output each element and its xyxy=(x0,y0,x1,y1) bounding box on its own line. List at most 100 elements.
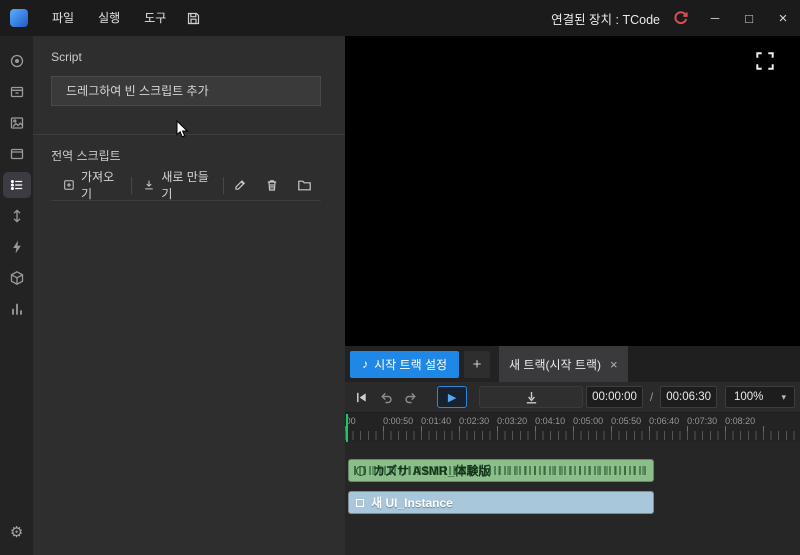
zoom-select[interactable]: 100% ▾ xyxy=(725,386,795,408)
undo-button[interactable] xyxy=(375,386,397,408)
script-panel: Script 드레그하여 빈 스크립트 추가 전역 스크립트 가져오기 xyxy=(33,36,345,555)
sidebar-item-media[interactable] xyxy=(3,48,31,74)
device-status-label: 연결된 장치 : TCode xyxy=(551,9,660,28)
refresh-icon xyxy=(672,10,689,27)
sidebar-item-images[interactable] xyxy=(3,110,31,136)
pencil-icon xyxy=(233,178,247,192)
sidebar-rail: ⚙ xyxy=(0,36,33,555)
ruler-label: 0:03:20 xyxy=(497,416,527,426)
ruler-label: 0:07:30 xyxy=(687,416,717,426)
active-track-tab[interactable]: 새 트랙(시작 트랙) × xyxy=(499,346,628,382)
import-script-button[interactable]: 가져오기 xyxy=(51,173,130,197)
open-folder-button[interactable] xyxy=(288,173,321,197)
bar-chart-icon xyxy=(9,301,25,317)
track-clip-ui[interactable]: 새 UI_Instance xyxy=(348,491,654,514)
delete-script-button[interactable] xyxy=(256,173,288,197)
ui-clip-icon xyxy=(356,499,364,507)
global-scripts-section: 전역 스크립트 가져오기 새로 만들기 xyxy=(33,134,345,201)
script-drop-zone[interactable]: 드레그하여 빈 스크립트 추가 xyxy=(51,76,321,106)
ruler-label: 0:04:10 xyxy=(535,416,565,426)
image-icon xyxy=(9,115,25,131)
script-clip-icon xyxy=(356,466,366,476)
sidebar-item-scripts[interactable] xyxy=(3,172,31,198)
add-track-button[interactable]: + xyxy=(464,351,490,378)
global-scripts-title: 전역 스크립트 xyxy=(51,147,345,164)
ruler-label: 0:06:40 xyxy=(649,416,679,426)
package-icon xyxy=(9,270,25,286)
trash-icon xyxy=(265,178,279,192)
note-icon: ♪ xyxy=(362,357,368,371)
new-script-label: 새로 만들기 xyxy=(161,168,211,202)
sidebar-item-actions[interactable] xyxy=(3,234,31,260)
edit-script-button[interactable] xyxy=(224,173,256,197)
app-logo-icon xyxy=(10,9,28,27)
menu-file[interactable]: 파일 xyxy=(40,0,86,36)
playhead-anchor-button[interactable] xyxy=(479,386,583,408)
tab-strip-filler xyxy=(628,346,800,382)
track-clip-script[interactable]: カズサ ASMR_体験版 xyxy=(348,459,654,482)
ruler-label: 0:01:40 xyxy=(421,416,451,426)
track-clip-label: カズサ ASMR_体験版 xyxy=(373,462,490,479)
start-track-settings-button[interactable]: ♪ 시작 트랙 설정 xyxy=(350,351,459,378)
device-refresh-button[interactable] xyxy=(668,6,692,30)
video-preview xyxy=(345,36,800,346)
ruler-label: 0:05:50 xyxy=(611,416,641,426)
new-script-button[interactable]: 새로 만들기 xyxy=(131,173,223,197)
sidebar-item-windows[interactable] xyxy=(3,141,31,167)
menu-run[interactable]: 실행 xyxy=(86,0,132,36)
redo-icon xyxy=(404,390,418,404)
global-scripts-toolbar: 가져오기 새로 만들기 xyxy=(51,174,321,201)
up-down-arrows-icon xyxy=(9,208,25,224)
playhead-marker[interactable] xyxy=(346,414,348,442)
floppy-icon xyxy=(186,11,201,26)
sidebar-item-packages[interactable] xyxy=(3,265,31,291)
track-tabs-row: ♪ 시작 트랙 설정 + 새 트랙(시작 트랙) × xyxy=(345,346,800,382)
chevron-down-icon: ▾ xyxy=(781,392,786,403)
transport-bar: ▶ 00:00:00 / 00:06:30 100% ▾ xyxy=(345,382,800,412)
script-panel-title: Script xyxy=(51,50,345,64)
current-time-field[interactable]: 00:00:00 xyxy=(586,386,643,408)
close-button[interactable]: × xyxy=(766,0,800,36)
start-track-settings-label: 시작 트랙 설정 xyxy=(374,356,447,373)
track-clip-label: 새 UI_Instance xyxy=(371,494,453,511)
undo-icon xyxy=(379,390,393,404)
app-window: 파일 실행 도구 연결된 장치 : TCode ─ □ × xyxy=(0,0,800,555)
timeline-tracks: カズサ ASMR_体験版 새 UI_Instance xyxy=(345,442,800,555)
titlebar-right: 연결된 장치 : TCode ─ □ × xyxy=(551,0,800,36)
folder-icon xyxy=(297,178,312,192)
sidebar-item-stats[interactable] xyxy=(3,296,31,322)
sidebar-item-axes[interactable] xyxy=(3,203,31,229)
disc-icon xyxy=(9,53,25,69)
minimize-button[interactable]: ─ xyxy=(698,0,732,36)
total-time-field: 00:06:30 xyxy=(660,386,717,408)
titlebar: 파일 실행 도구 연결된 장치 : TCode ─ □ × xyxy=(0,0,800,36)
sidebar-item-library[interactable] xyxy=(3,79,31,105)
maximize-button[interactable]: □ xyxy=(732,0,766,36)
play-button[interactable]: ▶ xyxy=(437,386,467,408)
menu-tools[interactable]: 도구 xyxy=(132,0,178,36)
skip-start-button[interactable] xyxy=(350,386,372,408)
fullscreen-button[interactable] xyxy=(751,47,779,75)
right-column: ♪ 시작 트랙 설정 + 새 트랙(시작 트랙) × xyxy=(345,36,800,555)
timeline-ruler[interactable]: 0:00 0:00:50 0:01:40 0:02:30 0:03:20 0:0… xyxy=(345,412,800,442)
settings-button[interactable]: ⚙ xyxy=(3,519,31,545)
new-script-icon xyxy=(143,178,155,192)
track-tab-label: 새 트랙(시작 트랙) xyxy=(509,356,601,373)
lightning-icon xyxy=(9,239,25,255)
save-button[interactable] xyxy=(178,4,208,32)
tab-close-icon[interactable]: × xyxy=(610,357,618,372)
fullscreen-icon xyxy=(754,50,776,72)
ruler-label: 0:08:20 xyxy=(725,416,755,426)
main-area: ⚙ Script 드레그하여 빈 스크립트 추가 전역 스크립트 가져오기 xyxy=(0,36,800,555)
import-icon xyxy=(63,178,75,192)
gear-icon: ⚙ xyxy=(10,523,23,541)
window-icon xyxy=(9,146,25,162)
play-icon: ▶ xyxy=(448,391,456,404)
redo-button[interactable] xyxy=(400,386,422,408)
skip-start-icon xyxy=(355,391,368,404)
time-separator: / xyxy=(646,390,657,404)
playhead-anchor-icon xyxy=(524,391,539,404)
ruler-label: 0:00:50 xyxy=(383,416,413,426)
ruler-label: 0:02:30 xyxy=(459,416,489,426)
ruler-label: 0:05:00 xyxy=(573,416,603,426)
